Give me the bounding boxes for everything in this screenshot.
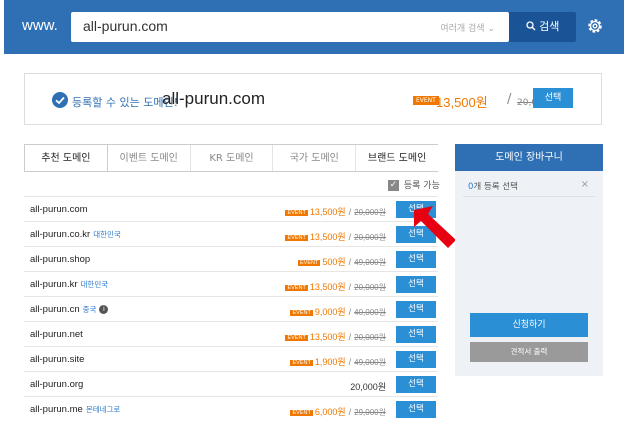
available-filter[interactable]: ✓ 등록 가능: [388, 178, 440, 191]
list-item: all-purun.site EVENT 1,900원/49,000원 선택: [24, 346, 438, 371]
domain-name: all-purun.me 몬테네그로: [30, 404, 121, 415]
search-box[interactable]: all-purun.com 여러개 검색 ⌄: [71, 12, 509, 42]
cart-count: 0개 등록 선택: [468, 182, 518, 192]
tab-brand[interactable]: 브랜드 도메인: [356, 145, 438, 171]
apply-button[interactable]: 신청하기: [470, 313, 588, 337]
list-item: all-purun.kr 대한민국 EVENT 13,500원/20,000원 선택: [24, 271, 438, 296]
select-button[interactable]: 선택: [396, 326, 436, 343]
event-badge: EVENT: [298, 259, 321, 266]
domain-name: all-purun.cn 중국 i: [30, 304, 109, 315]
banner-select-button[interactable]: 선택: [533, 88, 573, 108]
domain-price: EVENT 13,500원/20,000원: [285, 332, 386, 342]
domain-price: EVENT 13,500원/20,000원: [285, 232, 386, 242]
domain-name: all-purun.co.kr 대한민국: [30, 229, 121, 240]
select-button[interactable]: 선택: [396, 376, 436, 393]
domain-price: EVENT 13,500원/20,000원: [285, 282, 386, 292]
list-item: all-purun.co.kr 대한민국 EVENT 13,500원/20,000원…: [24, 221, 438, 246]
available-checkbox[interactable]: ✓: [388, 180, 399, 191]
banner-price: 13,500원: [436, 95, 488, 110]
region-label: 중국: [82, 305, 97, 314]
select-button[interactable]: 선택: [396, 276, 436, 293]
search-button[interactable]: 검색: [509, 12, 576, 42]
gear-icon[interactable]: [586, 17, 604, 35]
domain-name: all-purun.site: [30, 354, 85, 365]
domain-price: EVENT 9,000원/40,000원: [290, 307, 386, 317]
multi-search-label: 여러개 검색: [440, 24, 485, 34]
info-icon[interactable]: i: [99, 304, 109, 314]
cart-divider: [463, 196, 595, 197]
banner-domain: all-purun.com: [162, 89, 265, 108]
domain-price: EVENT 6,000원/29,000원: [290, 407, 386, 417]
domain-list: all-purun.com EVENT 13,500원/20,000원 선택 al…: [24, 196, 438, 421]
list-item: all-purun.cn 중국 i EVENT 9,000원/40,000원 선택: [24, 296, 438, 321]
domain-price: EVENT 1,900원/49,000원: [290, 357, 386, 367]
list-item: all-purun.shop EVENT 500원/49,000원 선택: [24, 246, 438, 271]
domain-price: EVENT 13,500원/20,000원: [285, 207, 386, 217]
domain-cart: 도메인 장바구니 0개 등록 선택 × 신청하기 견적서 출력: [455, 144, 603, 376]
check-circle-icon: [52, 92, 68, 108]
domain-price: 20,000원: [350, 382, 386, 392]
search-input[interactable]: all-purun.com: [83, 18, 168, 34]
list-item: all-purun.me 몬테네그로 EVENT 6,000원/29,000원 선택: [24, 396, 438, 421]
search-button-label: 검색: [539, 20, 560, 33]
domain-tabs: 추천 도메인 이벤트 도메인 KR 도메인 국가 도메인 브랜드 도메인: [24, 144, 438, 172]
available-filter-label: 등록 가능: [403, 181, 440, 191]
close-icon[interactable]: ×: [581, 179, 589, 190]
available-domain-banner: 등록할 수 있는 도메인! all-purun.com EVENT 13,500…: [24, 73, 602, 125]
search-icon: [525, 21, 536, 31]
event-badge: EVENT: [285, 334, 308, 341]
event-badge: EVENT: [285, 234, 308, 241]
price-separator: /: [507, 92, 512, 107]
cart-title: 도메인 장바구니: [455, 144, 603, 171]
tab-recommended[interactable]: 추천 도메인: [24, 145, 108, 171]
region-label: 대한민국: [80, 280, 109, 289]
event-badge: EVENT: [413, 96, 439, 105]
event-badge: EVENT: [290, 359, 313, 366]
list-item: all-purun.net EVENT 13,500원/20,000원 선택: [24, 321, 438, 346]
select-button[interactable]: 선택: [396, 351, 436, 368]
select-button[interactable]: 선택: [396, 251, 436, 268]
top-search-bar: www. all-purun.com 여러개 검색 ⌄ 검색: [4, 0, 624, 54]
list-item: all-purun.org 20,000원 선택: [24, 371, 438, 396]
multi-search-dropdown[interactable]: 여러개 검색 ⌄: [440, 21, 495, 34]
tab-kr[interactable]: KR 도메인: [191, 145, 274, 171]
domain-name: all-purun.com: [30, 204, 88, 215]
list-item: all-purun.com EVENT 13,500원/20,000원 선택: [24, 196, 438, 221]
event-badge: EVENT: [290, 409, 313, 416]
select-button[interactable]: 선택: [396, 301, 436, 318]
domain-name: all-purun.kr 대한민국: [30, 279, 109, 290]
domain-price: EVENT 500원/49,000원: [298, 257, 386, 267]
tab-country[interactable]: 국가 도메인: [273, 145, 357, 171]
domain-name: all-purun.net: [30, 329, 83, 340]
arrow-pointer-icon: [414, 206, 456, 248]
event-badge: EVENT: [285, 209, 308, 216]
region-label: 대한민국: [93, 230, 121, 239]
print-estimate-button[interactable]: 견적서 출력: [470, 342, 588, 362]
event-badge: EVENT: [290, 309, 313, 316]
chevron-down-icon: ⌄: [487, 24, 495, 34]
event-badge: EVENT: [285, 284, 308, 291]
region-label: 몬테네그로: [85, 405, 121, 414]
domain-name: all-purun.shop: [30, 254, 91, 265]
tab-event[interactable]: 이벤트 도메인: [108, 145, 191, 171]
www-label: www.: [22, 17, 58, 34]
domain-name: all-purun.org: [30, 379, 84, 390]
select-button[interactable]: 선택: [396, 401, 436, 418]
